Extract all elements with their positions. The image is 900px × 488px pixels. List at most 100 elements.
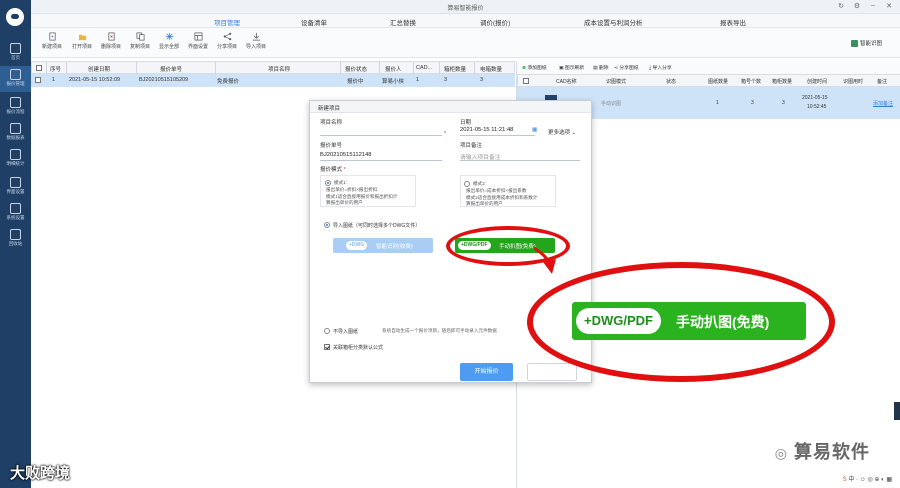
system-tray: S 中 · ☺ ◎ ⊕ ◐ ▦ — [843, 474, 892, 484]
minimize-icon[interactable]: – — [868, 2, 878, 9]
select-all-checkbox[interactable] — [36, 65, 42, 71]
import-project-button[interactable]: 导入项目 — [243, 32, 269, 50]
download-icon: ⤓ — [649, 66, 652, 71]
watermark-left: 大败跨境 — [10, 465, 71, 482]
project-name-label: 项目名称 — [320, 120, 343, 126]
project-name-input[interactable] — [320, 126, 442, 136]
tray-icons: 中 · ☺ ◎ ⊕ ◐ ▦ — [848, 477, 892, 483]
trash-icon: ▤ — [593, 66, 598, 71]
col-no[interactable]: 序号 — [50, 65, 61, 73]
tab-price-adjust[interactable]: 调价(报价) — [480, 17, 510, 27]
scroll-handle[interactable] — [894, 402, 900, 420]
share-icon: ⋖ — [614, 66, 619, 71]
cancel-button[interactable] — [527, 363, 577, 381]
crown-icon — [10, 177, 21, 188]
trash-icon — [10, 229, 21, 240]
col-sheets[interactable]: 图纸数量 — [708, 78, 728, 85]
mode2-option[interactable]: 模式2: 报出单价=成本折扣×报出系数 模式2适合直接用成本折扣和系数计 算报出… — [460, 175, 556, 207]
col-note[interactable]: 备注 — [877, 78, 887, 85]
smart-recognize-paid-button[interactable]: +DWG 智能识别(收费) — [333, 238, 433, 253]
col-name[interactable]: 项目名称 — [268, 65, 290, 73]
col-cad[interactable]: CAD... — [416, 65, 432, 71]
add-note-link[interactable]: 添加备注 — [873, 100, 893, 107]
cad-table-header: CAD名称 识图模式 状态 图纸数量 箱号个数 箱柜数量 创建时间 识图用时 备… — [517, 74, 900, 87]
col-code[interactable]: 报价单号 — [160, 65, 182, 73]
cell-person: 算易小侠 — [382, 79, 405, 85]
new-project-button[interactable]: 新建项目 — [39, 32, 65, 50]
smart-recognize-icon — [850, 40, 858, 48]
cell-created-date: 2021-05-15 — [802, 95, 828, 101]
chevron-down-icon: ⌄ — [571, 130, 577, 136]
col-duration[interactable]: 识图用时 — [843, 78, 863, 85]
tab-report-export[interactable]: 报表导出 — [720, 17, 746, 27]
snowflake-icon — [165, 32, 173, 41]
cad-select-all-checkbox[interactable] — [523, 78, 529, 84]
settings-icon[interactable]: ⚙ — [852, 2, 862, 10]
input-method-icon[interactable]: S — [843, 477, 847, 483]
cell-created-time: 10:52:45 — [807, 104, 827, 110]
delete-drawing-button[interactable]: ▤ 删除 — [593, 64, 609, 71]
date-input[interactable]: 2021-05-15 11:21:48 — [460, 126, 535, 136]
delete-project-button[interactable]: 删除项目 — [98, 32, 124, 50]
mode1-option[interactable]: 模式1: 报出单价=折扣×报出折扣 模式1适合直接用报价和报出折扣计 算报出单价… — [320, 175, 416, 207]
tab-summary-replace[interactable]: 汇总替换 — [390, 17, 416, 27]
col-boxes[interactable]: 电箱数量 — [480, 65, 502, 73]
calendar-icon[interactable]: ▦ — [532, 127, 537, 133]
more-options-button[interactable]: 更多选项 ⌄ — [548, 128, 576, 136]
cell-mode: 手动识图 — [601, 101, 622, 107]
add-drawing-button[interactable]: ⊕ 添加图纸 — [522, 64, 547, 71]
mode1-radio[interactable] — [325, 180, 331, 186]
sidebar-item-stats[interactable]: 明细统计 — [0, 146, 31, 172]
col-cad-name[interactable]: CAD名称 — [556, 78, 577, 85]
col-box-no[interactable]: 箱号个数 — [741, 78, 761, 85]
col-cad-status[interactable]: 状态 — [666, 78, 676, 85]
tab-cost-profit[interactable]: 成本设置与利润分析 — [584, 17, 643, 27]
sidebar-item-system[interactable]: 系统设置 — [0, 200, 31, 226]
close-icon[interactable]: ✕ — [884, 2, 894, 10]
row-checkbox[interactable] — [35, 77, 41, 83]
col-mode[interactable]: 识图模式 — [606, 78, 626, 85]
col-date[interactable]: 创建日期 — [88, 65, 110, 73]
main-nav: 项目管理 设备清单 汇总替换 调价(报价) 成本设置与利润分析 报表导出 — [31, 14, 900, 28]
remark-input[interactable]: 请输入项目备注 — [460, 151, 580, 161]
col-person[interactable]: 报价人 — [385, 65, 402, 73]
refresh-icon[interactable]: ↻ — [836, 2, 846, 10]
show-all-button[interactable]: 显示全部 — [156, 32, 182, 50]
sidebar-item-recycle[interactable]: 回收站 — [0, 226, 31, 252]
formula-checkbox[interactable] — [324, 344, 330, 350]
quote-code-input[interactable]: BJ20210515112148 — [320, 151, 442, 161]
share-drawing-button[interactable]: ⋖ 分享图纸 — [614, 64, 639, 71]
refresh-drawing-button[interactable]: ▣ 图示刷新 — [559, 64, 584, 71]
sidebar-item-ui[interactable]: 界面设置 — [0, 174, 31, 200]
copy-project-button[interactable]: 复制项目 — [127, 32, 153, 50]
cell-sheets: 1 — [716, 100, 719, 106]
folder-icon — [78, 34, 86, 41]
import-drawing-radio[interactable] — [324, 222, 330, 228]
search-icon — [10, 97, 21, 108]
ui-settings-button[interactable]: 界面设置 — [185, 32, 211, 50]
sidebar-item-home[interactable]: 首页 — [0, 40, 31, 66]
watermark-right: ◎ 算易软件 — [774, 442, 870, 462]
tab-project-management[interactable]: 项目管理 — [214, 17, 240, 27]
smart-recognize-button[interactable]: 智能识图 — [850, 39, 882, 48]
col-cabinets[interactable]: 箱柜数量 — [444, 65, 466, 73]
sidebar-item-flow[interactable]: 报价流程 — [0, 94, 31, 120]
cell-status: 报价中 — [347, 79, 364, 85]
quote-icon — [10, 69, 21, 80]
formula-checkbox-label: 关联箱柜分类默认公式 — [333, 345, 384, 351]
sidebar-item-report[interactable]: 数据报表 — [0, 120, 31, 146]
open-project-button[interactable]: 打开项目 — [69, 32, 95, 50]
arrow-icon — [533, 246, 556, 274]
import-share-button[interactable]: ⤓ 导入分享 — [649, 64, 672, 71]
sidebar-item-quote[interactable]: 报价管理 — [0, 66, 31, 92]
start-quote-button[interactable]: 开始报价 — [460, 363, 513, 381]
tab-equipment-list[interactable]: 设备清单 — [301, 17, 327, 27]
mode2-radio[interactable] — [464, 181, 470, 187]
col-cad-cabinets[interactable]: 箱柜数量 — [772, 78, 792, 85]
plus-icon: ⊕ — [522, 66, 527, 71]
col-status[interactable]: 报价状态 — [345, 65, 367, 73]
no-import-radio[interactable] — [324, 328, 330, 334]
share-project-button[interactable]: 分享项目 — [214, 32, 240, 50]
col-created[interactable]: 创建时间 — [807, 78, 827, 85]
table-row[interactable]: 1 2021-05-15 10:52:09 BJ20210515105209 免… — [31, 74, 515, 87]
